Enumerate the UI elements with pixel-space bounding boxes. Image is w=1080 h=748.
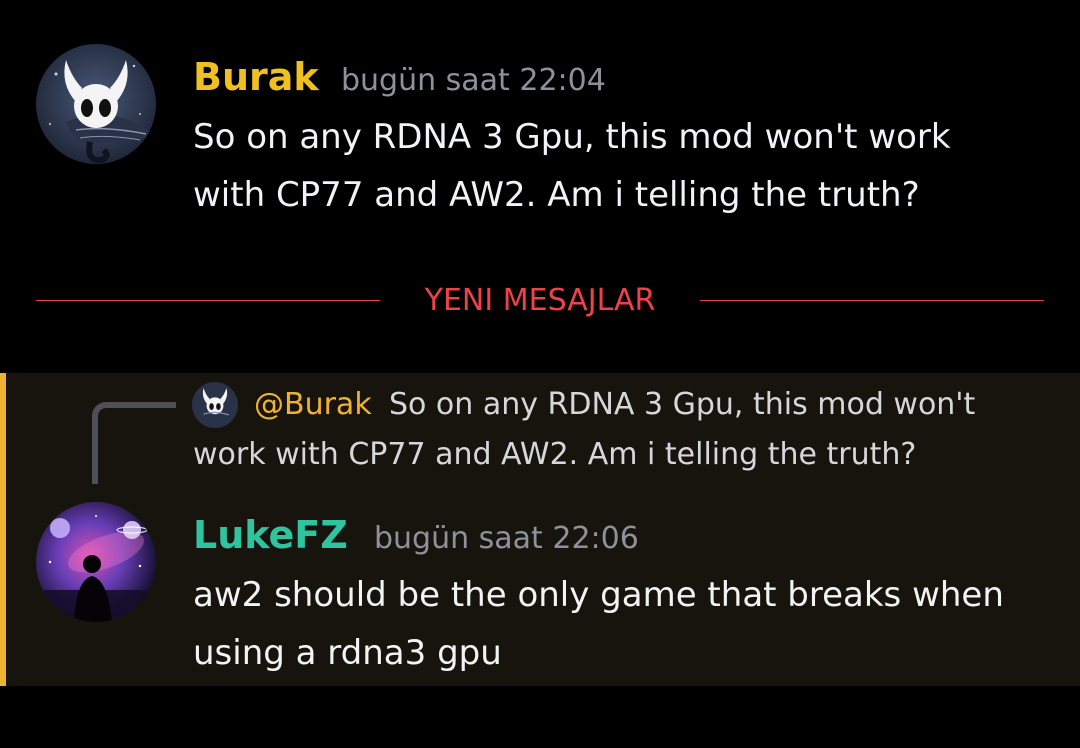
reply-preview-text[interactable]: So on any RDNA 3 Gpu, this mod won't	[389, 384, 975, 426]
reply-preview-text[interactable]: work with CP77 and AW2. Am i telling the…	[193, 434, 916, 476]
reply-avatar[interactable]	[192, 382, 238, 428]
message-text-line: using a rdna3 gpu	[193, 633, 502, 673]
hollow-knight-avatar-icon	[36, 44, 156, 164]
avatar-lukefz[interactable]	[36, 502, 156, 622]
message-username[interactable]: LukeFZ	[193, 516, 348, 554]
reply-connector	[92, 402, 176, 484]
message-text-line: aw2 should be the only game that breaks …	[193, 575, 1004, 615]
message-timestamp: bugün saat 22:04	[341, 63, 606, 98]
hollow-knight-avatar-icon	[192, 382, 238, 428]
avatar-burak[interactable]	[36, 44, 156, 164]
galaxy-silhouette-avatar-icon	[36, 502, 156, 622]
new-messages-divider-label: YENI MESAJLAR	[424, 283, 656, 318]
mention-highlight-bar	[0, 373, 6, 686]
new-messages-divider-line-left	[36, 300, 380, 301]
message-text-line: with CP77 and AW2. Am i telling the trut…	[193, 175, 920, 215]
new-messages-divider-line-right	[700, 300, 1044, 301]
message-text-line: So on any RDNA 3 Gpu, this mod won't wor…	[193, 117, 951, 157]
message-timestamp: bugün saat 22:06	[374, 521, 639, 556]
reply-mention[interactable]: @Burak	[254, 384, 372, 426]
message-username[interactable]: Burak	[193, 58, 319, 96]
